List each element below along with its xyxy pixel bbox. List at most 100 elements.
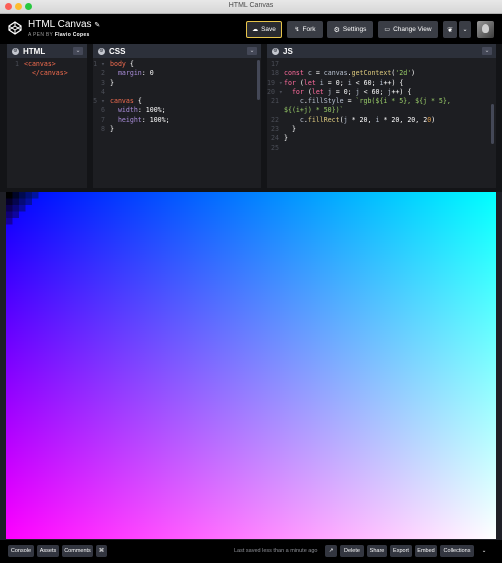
code-text: </canvas> <box>31 69 68 78</box>
css-scrollbar[interactable] <box>257 60 260 100</box>
delete-button[interactable]: Delete <box>340 545 364 557</box>
line-number: 8 <box>101 125 105 134</box>
code-line[interactable]: 17 <box>267 60 496 69</box>
code-text: canvas { <box>110 97 142 106</box>
js-scrollbar[interactable] <box>491 104 494 144</box>
html-code-editor[interactable]: 1 <canvas> </canvas> <box>7 60 87 79</box>
code-line[interactable]: 8} <box>93 125 261 134</box>
code-line[interactable]: 25 <box>267 144 496 153</box>
canvas-cell <box>6 211 13 218</box>
console-button[interactable]: Console <box>8 545 34 557</box>
save-button[interactable]: ☁ Save <box>246 21 282 38</box>
canvas-cell <box>19 205 26 212</box>
canvas-cell <box>32 192 39 199</box>
comments-button[interactable]: Comments <box>62 545 93 557</box>
collections-button[interactable]: Collections <box>440 545 474 557</box>
edit-pencil-icon[interactable]: ✎ <box>94 22 100 29</box>
code-text: } <box>110 125 114 134</box>
css-code-editor[interactable]: 1 ▾ body {2 margin: 0 3} 4 5 ▾ canvas {6 widt… <box>93 60 261 134</box>
author-link[interactable]: Flavio Copes <box>55 32 90 38</box>
settings-label: Settings <box>342 26 367 33</box>
line-number <box>7 69 24 78</box>
result-preview[interactable] <box>6 192 496 539</box>
fork-label: Fork <box>302 26 316 33</box>
fork-icon: ↯ <box>294 27 300 33</box>
code-line[interactable]: 23 } <box>267 125 496 134</box>
html-settings-icon[interactable]: ⚙ <box>12 47 19 55</box>
code-line[interactable]: 22 c.fillRect(j * 20, i * 20, 20, 20) <box>267 116 496 125</box>
canvas-cell <box>6 192 13 199</box>
css-settings-icon[interactable]: ⚙ <box>98 47 105 55</box>
pen-footer: Console Assets Comments ⌘ Last saved les… <box>0 540 502 563</box>
code-text: height: 100%; <box>117 115 170 124</box>
codepen-logo-icon[interactable] <box>8 21 22 35</box>
command-icon: ⌘ <box>98 548 105 554</box>
export-button[interactable]: Export <box>390 545 412 557</box>
fork-button[interactable]: ↯ Fork <box>287 21 323 38</box>
code-line[interactable]: 18 const c = canvas.getContext('2d') <box>267 69 496 78</box>
change-view-button[interactable]: ▭ Change View <box>378 21 438 38</box>
js-panel-chevron-icon[interactable]: ⌄ <box>482 47 492 55</box>
code-text: body { <box>110 60 134 68</box>
code-text: for (let j = 0; j < 60; j++) { <box>291 87 412 96</box>
line-number: 2 <box>101 69 105 78</box>
code-line[interactable]: 6 width: 100%; <box>93 106 261 115</box>
embed-button[interactable]: Embed <box>415 545 437 557</box>
code-text: ${(i+j) * 50})` <box>284 106 344 115</box>
code-line[interactable]: 21 c.fillStyle = `rgb(${i * 5}, ${j * 5}… <box>267 97 496 106</box>
open-external-button[interactable]: ↗ <box>325 545 337 557</box>
pin-button[interactable]: ❦ <box>443 21 457 38</box>
byline-prefix: A PEN BY <box>28 32 54 38</box>
window-title: HTML Canvas <box>228 2 274 9</box>
save-label: Save <box>261 26 276 33</box>
js-settings-icon[interactable]: ⚙ <box>272 47 279 55</box>
code-line[interactable]: 4 <box>93 88 261 97</box>
editor-area: ⚙ HTML ⌄ 1 <canvas> </canvas> ⚙ CSS ⌄ 1 ▾… <box>0 44 502 188</box>
line-number: 6 <box>101 106 105 115</box>
pen-title[interactable]: HTML Canvas ✎ <box>28 19 100 30</box>
user-avatar[interactable] <box>477 21 494 38</box>
line-number: 21 <box>271 97 279 106</box>
line-number: 25 <box>271 143 279 152</box>
layout-icon: ▭ <box>384 27 391 33</box>
line-number: 17 <box>271 60 279 68</box>
code-text: <canvas> <box>24 60 56 68</box>
css-panel-chevron-icon[interactable]: ⌄ <box>247 47 257 55</box>
code-line[interactable]: 2 margin: 0 <box>93 69 261 78</box>
html-panel: ⚙ HTML ⌄ 1 <canvas> </canvas> <box>7 44 87 188</box>
css-panel: ⚙ CSS ⌄ 1 ▾ body {2 margin: 0 3} 4 5 ▾ canvas… <box>93 44 261 188</box>
canvas-cell <box>6 218 13 225</box>
canvas-cell <box>6 205 13 212</box>
external-link-icon: ↗ <box>328 548 334 554</box>
assets-button[interactable]: Assets <box>37 545 59 557</box>
code-line[interactable]: ${(i+j) * 50})` <box>267 106 496 115</box>
pen-byline: A PEN BY Flavio Copes <box>28 32 90 38</box>
code-line[interactable]: 7 height: 100%; <box>93 116 261 125</box>
last-saved-status: Last saved less than a minute ago <box>234 548 318 554</box>
js-code-editor[interactable]: 17 18 const c = canvas.getContext('2d') 19 … <box>267 60 496 153</box>
keyboard-shortcuts-button[interactable]: ⌘ <box>96 545 107 557</box>
footer-expand-icon[interactable]: ⌄ <box>478 545 490 557</box>
canvas-gradient-output <box>6 192 496 539</box>
code-line[interactable]: 1 <canvas> <box>7 60 87 69</box>
code-line[interactable]: 19 ▾ for (let i = 0; i < 60; i++) { <box>267 79 496 88</box>
html-panel-chevron-icon[interactable]: ⌄ <box>73 47 83 55</box>
share-button[interactable]: Share <box>367 545 387 557</box>
code-line[interactable]: 1 ▾ body { <box>93 60 261 69</box>
code-line[interactable]: </canvas> <box>7 69 87 78</box>
css-panel-title: CSS <box>109 46 126 56</box>
code-text: } <box>284 134 288 143</box>
code-line[interactable]: 5 ▾ canvas { <box>93 97 261 106</box>
code-text: for (let i = 0; i < 60; i++) { <box>284 78 404 87</box>
line-number: 20 ▾ <box>267 87 283 96</box>
code-line[interactable]: 3} <box>93 79 261 88</box>
code-line[interactable]: 24} <box>267 134 496 143</box>
line-number: 1 <box>15 60 19 68</box>
user-menu-chevron[interactable]: ⌄ <box>459 21 471 38</box>
code-text: width: 100%; <box>117 106 166 115</box>
canvas-cell <box>12 198 19 205</box>
line-number: 3 <box>101 78 105 87</box>
window-titlebar: HTML Canvas <box>0 0 502 14</box>
settings-button[interactable]: ⚙ Settings <box>327 21 373 38</box>
code-line[interactable]: 20 ▾ for (let j = 0; j < 60; j++) { <box>267 88 496 97</box>
